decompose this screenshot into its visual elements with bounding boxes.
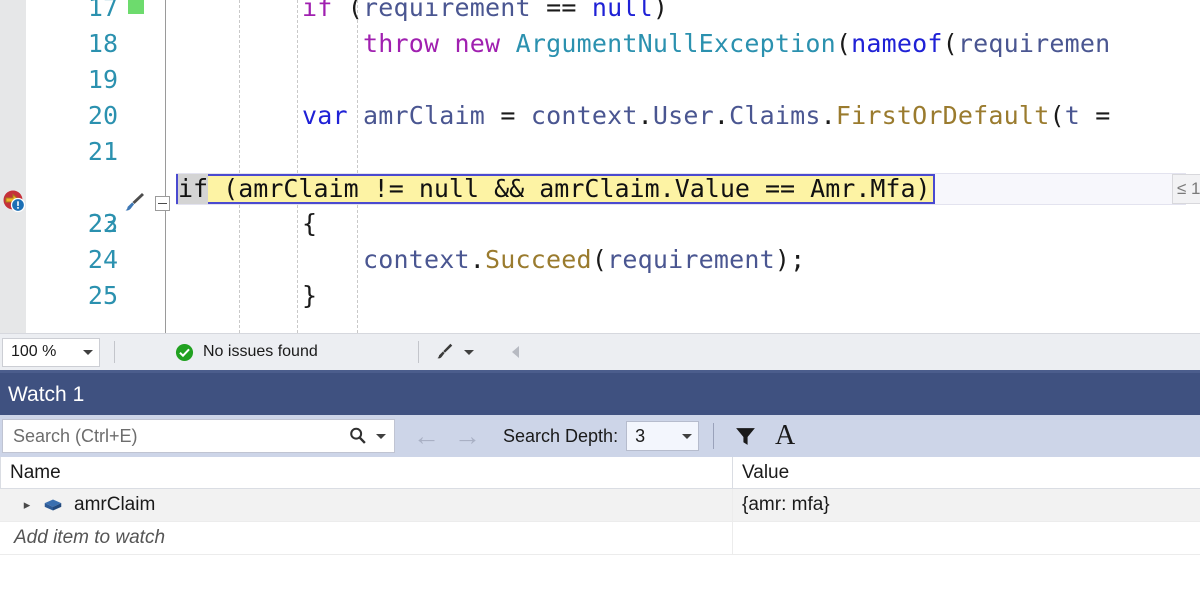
check-circle-icon bbox=[175, 343, 194, 361]
search-depth-label: Search Depth: bbox=[503, 425, 619, 446]
code-text: throw new ArgumentNullException(nameof(r… bbox=[363, 29, 1111, 58]
magnifier-icon[interactable] bbox=[347, 425, 369, 447]
line-number: 24 bbox=[87, 245, 118, 274]
add-item-to-watch-placeholder[interactable]: Add item to watch bbox=[14, 527, 165, 548]
code-line[interactable]: 18 throw new ArgumentNullException(nameo… bbox=[0, 26, 1200, 62]
chevron-down-icon bbox=[83, 349, 93, 355]
chevron-down-icon bbox=[463, 349, 474, 355]
search-previous-button[interactable]: ← bbox=[413, 422, 440, 450]
status-divider bbox=[114, 341, 115, 363]
status-divider bbox=[417, 341, 419, 363]
code-cleanup-button[interactable] bbox=[433, 341, 474, 363]
zoom-level-value: 100 % bbox=[11, 343, 57, 360]
code-line[interactable]: 19 bbox=[0, 62, 1200, 98]
code-line[interactable]: 17 if (requirement == null) bbox=[0, 0, 1200, 26]
filter-button[interactable] bbox=[728, 419, 762, 453]
funnel-filter-icon bbox=[735, 427, 755, 445]
collapse-outline-button[interactable] bbox=[155, 196, 170, 211]
alpha-a-icon: A bbox=[774, 420, 796, 451]
line-number: 22 bbox=[87, 209, 118, 238]
watch-variable-name: amrClaim bbox=[74, 494, 156, 515]
code-line[interactable]: 25 } bbox=[0, 278, 1200, 314]
search-depth-combobox[interactable]: 3 bbox=[626, 421, 700, 451]
search-input[interactable]: Search (Ctrl+E) bbox=[2, 419, 395, 453]
current-statement-text: (amrClaim != null && amrClaim.Value == A… bbox=[208, 174, 931, 203]
add-item-row[interactable]: Add item to watch bbox=[0, 522, 1200, 555]
watch-window-title: Watch 1 bbox=[8, 383, 85, 406]
current-statement-highlight[interactable]: if (amrClaim != null && amrClaim.Value =… bbox=[176, 174, 935, 204]
line-number: 18 bbox=[87, 29, 118, 58]
code-line[interactable]: 23 { bbox=[0, 206, 1200, 242]
code-cleanup-icon bbox=[437, 343, 452, 359]
line-number: 25 bbox=[87, 281, 118, 310]
watch-row-name[interactable]: ▸ amrClaim bbox=[0, 489, 732, 521]
toolbar-divider bbox=[713, 423, 715, 449]
expand-triangle-icon[interactable]: ▸ bbox=[14, 497, 40, 513]
selected-token: if bbox=[178, 174, 209, 204]
code-line[interactable]: 24 context.Succeed(requirement); bbox=[0, 242, 1200, 278]
row-column-divider bbox=[732, 522, 733, 555]
editor-status-bar: 100 % No issues found bbox=[0, 333, 1200, 370]
search-placeholder: Search (Ctrl+E) bbox=[13, 425, 138, 446]
search-depth-value: 3 bbox=[635, 425, 646, 446]
search-next-button[interactable]: → bbox=[454, 422, 481, 450]
chevron-down-icon bbox=[682, 433, 693, 439]
sort-alphabetical-button[interactable]: A bbox=[768, 419, 802, 453]
code-text: { bbox=[180, 209, 318, 238]
watch-window-titlebar[interactable]: Watch 1 bbox=[0, 370, 1200, 415]
code-line[interactable]: 21 bbox=[0, 134, 1200, 170]
issues-status[interactable]: No issues found bbox=[175, 343, 318, 362]
column-header-value[interactable]: Value bbox=[732, 457, 789, 488]
issues-status-label: No issues found bbox=[203, 343, 318, 360]
code-text: var amrClaim = context.User.Claims.First… bbox=[302, 101, 1111, 130]
chevron-left-icon[interactable] bbox=[511, 346, 519, 358]
watch-variable-value[interactable]: {amr: mfa} bbox=[732, 489, 830, 521]
code-line[interactable]: 20 var amrClaim = context.User.Claims.Fi… bbox=[0, 98, 1200, 134]
current-statement-line[interactable]: 22 if (amrClaim != null && amrClaim.Valu… bbox=[0, 170, 1200, 238]
line-number: 19 bbox=[87, 65, 118, 94]
conditional-breakpoint-icon[interactable] bbox=[2, 189, 26, 213]
column-header-name[interactable]: Name bbox=[0, 457, 61, 488]
code-text: context.Succeed(requirement); bbox=[363, 245, 806, 274]
line-number: 17 bbox=[87, 0, 118, 22]
watch-grid-header: Name Value bbox=[0, 457, 1200, 489]
line-number: 21 bbox=[87, 137, 118, 166]
table-row[interactable]: ▸ amrClaim {amr: mfa} bbox=[0, 489, 1200, 522]
code-cleanup-brush-icon[interactable] bbox=[122, 190, 146, 214]
object-box-icon bbox=[44, 499, 62, 511]
code-text: if (requirement == null) bbox=[302, 0, 669, 22]
watch-toolbar: Search (Ctrl+E) ← → Search Depth: 3 A bbox=[0, 415, 1200, 457]
watch-window: Watch 1 Search (Ctrl+E) ← → Search Depth… bbox=[0, 370, 1200, 593]
code-editor[interactable]: 17 if (requirement == null) 18 throw new … bbox=[0, 0, 1200, 333]
zoom-level-combobox[interactable]: 100 % bbox=[2, 337, 100, 367]
code-text: } bbox=[180, 281, 318, 310]
line-number: 20 bbox=[87, 101, 118, 130]
perf-tip[interactable]: ≤ 1 bbox=[1172, 174, 1200, 204]
chevron-down-icon[interactable] bbox=[376, 433, 386, 439]
